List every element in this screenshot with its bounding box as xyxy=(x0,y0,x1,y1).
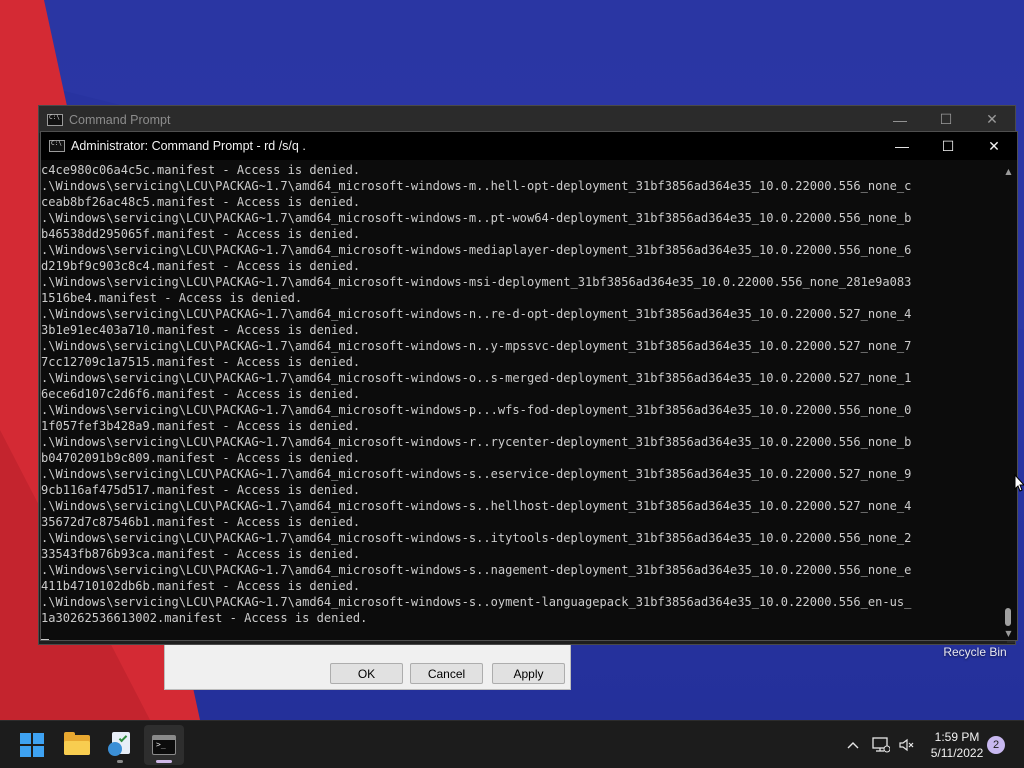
back-window-titlebar[interactable]: Command Prompt — ☐ ✕ xyxy=(39,106,1015,133)
console-scrollbar-thumb[interactable] xyxy=(1005,608,1011,626)
security-icon xyxy=(108,732,132,758)
chevron-up-icon[interactable] xyxy=(843,735,863,755)
console-line: 1516be4.manifest - Access is denied. xyxy=(41,291,303,305)
back-window-title: Command Prompt xyxy=(69,112,171,127)
console-line: .\Windows\servicing\LCU\PACKAG~1.7\amd64… xyxy=(41,563,912,577)
console-line: .\Windows\servicing\LCU\PACKAG~1.7\amd64… xyxy=(41,211,912,225)
console-line: .\Windows\servicing\LCU\PACKAG~1.7\amd64… xyxy=(41,179,912,193)
volume-muted-icon[interactable] xyxy=(897,735,917,755)
back-close-button[interactable]: ✕ xyxy=(969,106,1015,133)
console-line: .\Windows\servicing\LCU\PACKAG~1.7\amd64… xyxy=(41,595,912,609)
ok-button[interactable]: OK xyxy=(330,663,403,684)
maximize-button[interactable]: ☐ xyxy=(925,132,971,160)
console-line: .\Windows\servicing\LCU\PACKAG~1.7\amd64… xyxy=(41,307,912,321)
console-line: 1f057fef3b428a9.manifest - Access is den… xyxy=(41,419,361,433)
console-line: 3b1e91ec403a710.manifest - Access is den… xyxy=(41,323,361,337)
console-line: .\Windows\servicing\LCU\PACKAG~1.7\amd64… xyxy=(41,371,912,385)
console-line: b04702091b9c809.manifest - Access is den… xyxy=(41,451,361,465)
console-line: .\Windows\servicing\LCU\PACKAG~1.7\amd64… xyxy=(41,467,912,481)
front-window-title: Administrator: Command Prompt - rd /s/q … xyxy=(71,139,306,153)
minimize-button[interactable]: — xyxy=(879,132,925,160)
folder-icon xyxy=(64,732,90,755)
console-line: 1a30262536613002.manifest - Access is de… xyxy=(41,611,368,625)
console-cursor-line xyxy=(41,626,1001,640)
security-app-button[interactable] xyxy=(100,725,140,765)
cmd-icon xyxy=(49,140,65,152)
console-line: .\Windows\servicing\LCU\PACKAG~1.7\amd64… xyxy=(41,339,912,353)
console-line: d219bf9c903c8c4.manifest - Access is den… xyxy=(41,259,361,273)
console-line: .\Windows\servicing\LCU\PACKAG~1.7\amd64… xyxy=(41,435,912,449)
console-line: ceab8bf26ac48c5.manifest - Access is den… xyxy=(41,195,361,209)
clock-time: 1:59 PM xyxy=(934,730,980,744)
console-line: .\Windows\servicing\LCU\PACKAG~1.7\amd64… xyxy=(41,499,912,513)
scroll-up-arrow-icon[interactable]: ▲ xyxy=(1000,164,1017,178)
front-window-titlebar[interactable]: Administrator: Command Prompt - rd /s/q … xyxy=(41,132,1017,160)
clock-date: 5/11/2022 xyxy=(930,746,984,760)
back-minimize-button[interactable]: — xyxy=(877,106,923,133)
console-line: 33543fb876b93ca.manifest - Access is den… xyxy=(41,547,361,561)
notification-badge[interactable]: 2 xyxy=(987,736,1005,754)
console-line: 9cb116af475d517.manifest - Access is den… xyxy=(41,483,361,497)
back-maximize-button[interactable]: ☐ xyxy=(923,106,969,133)
console-line: 6ece6d107c2d6f6.manifest - Access is den… xyxy=(41,387,361,401)
close-button[interactable]: ✕ xyxy=(971,132,1017,160)
cmd-icon xyxy=(47,113,63,126)
windows-logo-icon xyxy=(20,733,44,757)
system-tray xyxy=(843,721,917,768)
command-prompt-window-front[interactable]: Administrator: Command Prompt - rd /s/q … xyxy=(40,131,1018,641)
running-indicator xyxy=(117,760,123,763)
apply-button[interactable]: Apply xyxy=(492,663,565,684)
console-line: b46538dd295065f.manifest - Access is den… xyxy=(41,227,361,241)
console-line: 7cc12709c1a7515.manifest - Access is den… xyxy=(41,355,361,369)
console-output[interactable]: c4ce980c06a4c5c.manifest - Access is den… xyxy=(41,162,1001,640)
file-explorer-button[interactable] xyxy=(57,725,97,765)
console-line: c4ce980c06a4c5c.manifest - Access is den… xyxy=(41,163,361,177)
cancel-button[interactable]: Cancel xyxy=(410,663,483,684)
taskbar: 1:59 PM 5/11/2022 xyxy=(0,720,1024,768)
network-icon[interactable] xyxy=(871,735,891,755)
console-line: 411b4710102db6b.manifest - Access is den… xyxy=(41,579,361,593)
scroll-down-arrow-icon[interactable]: ▼ xyxy=(1000,626,1017,640)
recycle-bin-label[interactable]: Recycle Bin xyxy=(930,645,1020,659)
console-line: .\Windows\servicing\LCU\PACKAG~1.7\amd64… xyxy=(41,243,912,257)
text-cursor xyxy=(41,639,49,640)
console-line: .\Windows\servicing\LCU\PACKAG~1.7\amd64… xyxy=(41,403,912,417)
console-scrollbar[interactable]: ▲ ▼ xyxy=(1000,162,1017,640)
console-line: .\Windows\servicing\LCU\PACKAG~1.7\amd64… xyxy=(41,531,912,545)
command-prompt-taskbar-button[interactable] xyxy=(144,725,184,765)
console-line: .\Windows\servicing\LCU\PACKAG~1.7\amd64… xyxy=(41,275,912,289)
start-button[interactable] xyxy=(12,725,52,765)
mouse-cursor-icon xyxy=(1014,474,1024,492)
active-indicator xyxy=(156,760,172,763)
console-line: 35672d7c87546b1.manifest - Access is den… xyxy=(41,515,361,529)
terminal-icon xyxy=(152,735,176,755)
clock[interactable]: 1:59 PM 5/11/2022 xyxy=(922,729,992,761)
